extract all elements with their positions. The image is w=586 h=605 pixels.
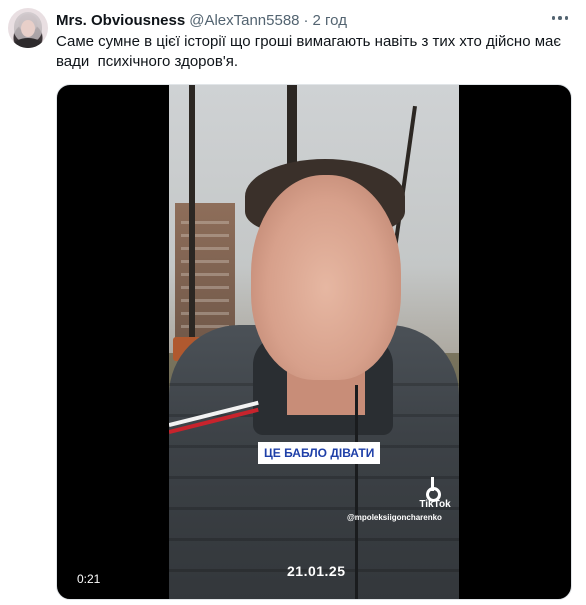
person [169,85,459,599]
more-dot [558,16,562,20]
more-dot [551,16,556,20]
video-player[interactable]: ЦЕ БАБЛО ДІВАТИ TikTok @mpoleksiigonchar… [56,84,572,600]
avatar-body [13,38,43,48]
tweet[interactable]: Mrs. Obviousness @AlexTann5588 · 2 год С… [0,0,586,605]
more-options-icon[interactable] [548,8,572,28]
tweet-text: Саме сумне в цієї історії що гроші вимаг… [56,33,566,70]
author-handle[interactable]: @AlexTann5588 [189,12,299,29]
separator-dot: · [303,11,309,29]
tiktok-watermark: TikTok [415,477,455,510]
more-dot [564,16,569,20]
avatar[interactable] [8,8,48,48]
person-face [251,175,401,380]
video-duration: 0:21 [77,572,101,586]
tweet-header: Mrs. Obviousness @AlexTann5588 · 2 год [56,10,347,30]
video-frame[interactable]: ЦЕ БАБЛО ДІВАТИ TikTok @mpoleksiigonchar… [169,85,459,599]
author-name[interactable]: Mrs. Obviousness [56,12,185,29]
jacket-zipper [355,385,358,599]
video-caption: ЦЕ БАБЛО ДІВАТИ [258,442,381,464]
tiktok-handle: @mpoleksiigoncharenko [347,513,442,522]
video-date: 21.01.25 [287,563,346,579]
avatar-face [21,20,35,37]
tweet-timestamp[interactable]: 2 год [313,12,347,29]
tiktok-logo-icon [426,477,444,502]
